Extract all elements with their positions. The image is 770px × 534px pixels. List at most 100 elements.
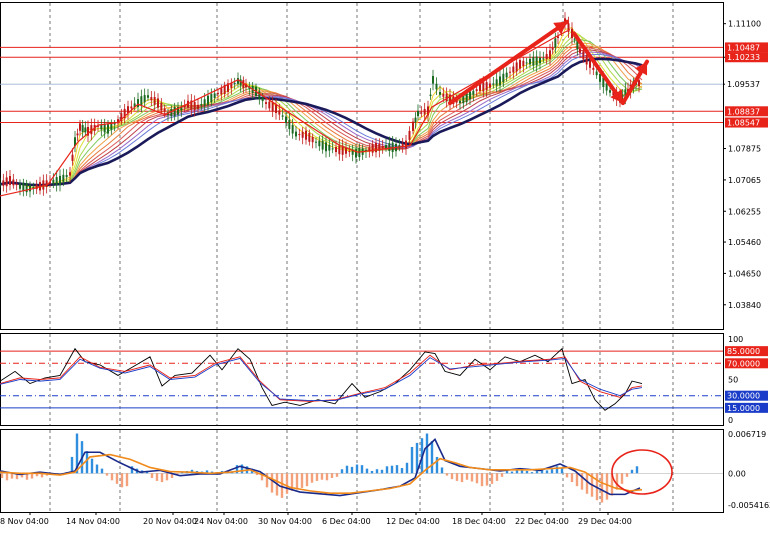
price-level-tag-label-3: 1.08837 <box>727 107 760 116</box>
macd-hist-bar <box>365 468 369 474</box>
price-level-tag-label-1: 1.10233 <box>727 53 760 62</box>
candle-body <box>554 38 557 48</box>
candle-body <box>522 60 525 67</box>
candle-body <box>609 90 611 93</box>
candle-body <box>599 73 601 82</box>
candle-body <box>469 91 471 100</box>
stoch-level-tag-label-0: 85.0000 <box>727 347 760 356</box>
candle-body <box>147 95 149 98</box>
macd-hist-bar <box>510 471 514 474</box>
candle-body <box>479 84 481 91</box>
candle-body <box>525 62 528 64</box>
macd-hist-bar <box>470 473 474 482</box>
candle-body <box>509 71 511 73</box>
macd-hist-bar <box>325 473 329 481</box>
stoch-y-tick-label: 50 <box>728 376 738 385</box>
candle-body <box>505 72 508 78</box>
macd-hist-bar <box>445 473 449 476</box>
macd-hist-bar <box>305 473 309 487</box>
candle-body <box>52 179 55 184</box>
candle-body <box>107 124 109 134</box>
macd-hist-bar <box>630 469 634 474</box>
candle-body <box>475 89 478 92</box>
macd-hist-bar <box>495 473 499 481</box>
candle-body <box>375 142 377 153</box>
candle-body <box>261 97 264 102</box>
chart-svg: 1.11100 1.10233 1.09537 1.07875 1.07065 1.062… <box>0 2 770 526</box>
macd-hist-bar <box>95 464 99 474</box>
candle-body <box>81 125 84 132</box>
x-axis-label: 8 Nov 04:00 <box>0 517 49 526</box>
candle-body <box>539 57 541 64</box>
candle-body <box>381 146 384 149</box>
macd-hist-bar <box>85 451 89 474</box>
candle-body <box>153 97 156 105</box>
macd-hist-bar <box>335 473 339 477</box>
macd-hist-bar <box>465 473 469 480</box>
macd-hist-bar <box>120 473 124 488</box>
macd-hist-bar <box>0 473 4 478</box>
candle-body <box>405 140 407 149</box>
macd-hist-bar <box>615 473 619 490</box>
macd-hist-bar <box>90 458 94 474</box>
candle-body <box>542 58 545 60</box>
candle-body <box>308 133 311 142</box>
candle-body <box>110 123 113 130</box>
candle-body <box>103 123 106 133</box>
macd-hist-bar <box>460 473 464 483</box>
candle-body <box>515 62 518 72</box>
macd-hist-bar <box>560 468 564 474</box>
macd-hist-bar <box>300 473 304 488</box>
candle-body <box>19 183 21 189</box>
candle-body <box>305 130 307 140</box>
macd-hist-bar <box>405 462 409 474</box>
candle-body <box>325 142 327 152</box>
candle-body <box>429 94 432 96</box>
macd-hist-bar <box>110 473 114 481</box>
candle-body <box>140 96 143 106</box>
panel-frame-stochastic <box>0 333 724 426</box>
price-level-tag-label-4: 1.08547 <box>727 119 760 128</box>
macd-hist-bar <box>485 473 489 486</box>
candle-body <box>100 124 103 130</box>
macd-hist-bar <box>480 473 484 487</box>
candle-body <box>65 175 68 178</box>
macd-hist-bar <box>155 473 159 481</box>
macd-hist-bar <box>125 473 129 487</box>
candle-body <box>45 180 48 188</box>
candle-body <box>79 123 81 131</box>
candle-body <box>489 83 491 88</box>
macd-hist-bar <box>400 468 404 474</box>
macd-hist-bar <box>525 470 529 474</box>
candle-body <box>605 83 608 91</box>
price-y-tick-label: 1.07065 <box>728 176 761 185</box>
candle-body <box>512 66 515 73</box>
price-y-tick-label: 1.03840 <box>728 301 761 310</box>
candle-body <box>233 82 236 84</box>
candle-body <box>55 177 58 186</box>
candle-body <box>59 175 61 186</box>
candle-body <box>268 101 271 109</box>
x-axis-label: 6 Dec 04:00 <box>322 517 371 526</box>
stoch-level-tag-label-3: 15.0000 <box>727 404 760 413</box>
candle-body <box>265 102 267 104</box>
macd-hist-bar <box>530 472 534 474</box>
candle-body <box>318 140 321 147</box>
candle-body <box>592 67 595 70</box>
candle-body <box>348 151 351 153</box>
candle-body <box>335 147 337 153</box>
candle-body <box>495 79 498 86</box>
candle-body <box>84 127 87 133</box>
candle-body <box>281 115 284 117</box>
candle-body <box>549 50 551 59</box>
candle-body <box>207 95 209 105</box>
candle-body <box>423 108 426 115</box>
candle-body <box>200 103 203 106</box>
macd-hist-bar <box>150 473 154 478</box>
macd-hist-bar <box>395 465 399 474</box>
candle-body <box>420 112 423 114</box>
macd-hist-bar <box>10 473 14 479</box>
candle-body <box>137 99 139 108</box>
candle-body <box>160 102 163 111</box>
candle-body <box>5 177 8 187</box>
